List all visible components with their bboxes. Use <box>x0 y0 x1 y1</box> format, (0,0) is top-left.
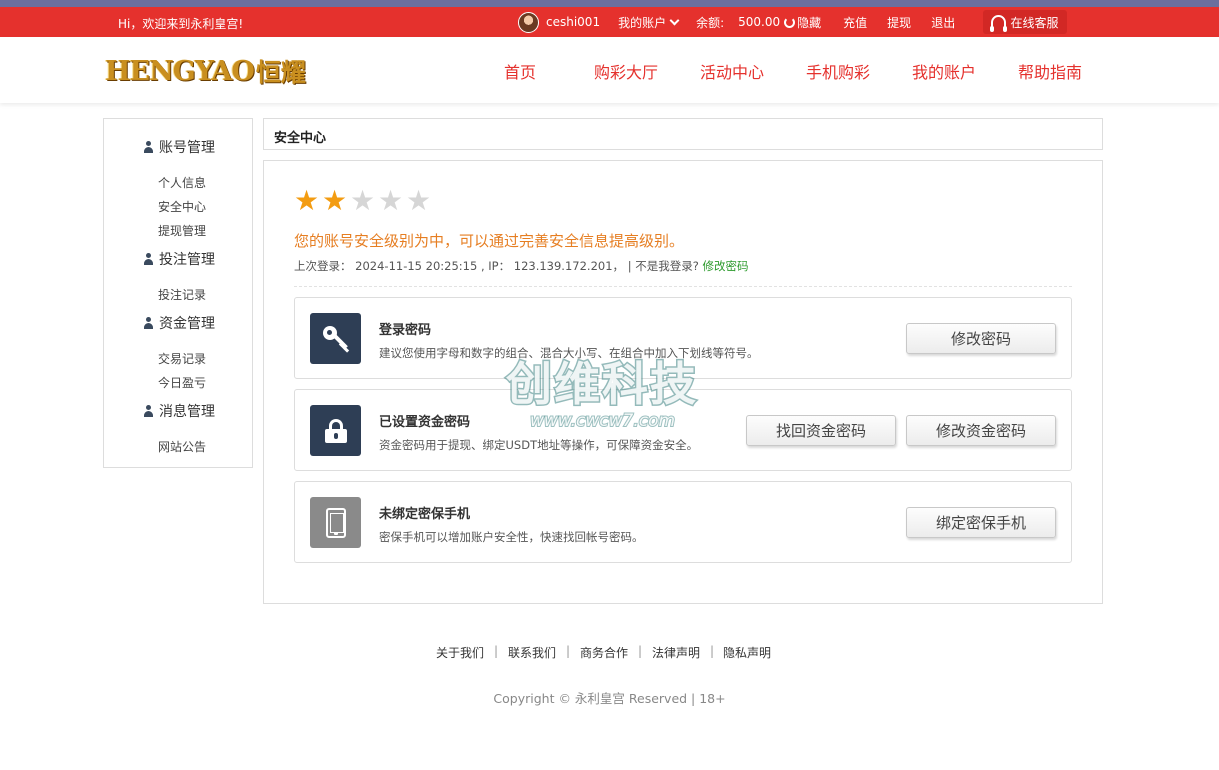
balance-value: 500.00 <box>738 15 781 29</box>
customer-service-label: 在线客服 <box>1010 15 1059 30</box>
sidebar-group-label: 账号管理 <box>159 140 215 156</box>
footer-link-business[interactable]: 商务合作 <box>580 644 628 661</box>
sidebar-group-funds[interactable]: 资金管理 <box>143 313 215 333</box>
user-icon <box>143 141 154 153</box>
user-icon <box>143 405 154 417</box>
security-rating: ★ ★ ★ ★ ★ <box>294 187 434 215</box>
star-filled-icon: ★ <box>322 184 348 217</box>
user-icon <box>143 317 154 329</box>
recharge-link[interactable]: 充值 <box>843 14 867 31</box>
footer-separator: | <box>494 644 499 658</box>
footer-link-legal[interactable]: 法律声明 <box>652 644 700 661</box>
footer-separator: | <box>566 644 571 658</box>
ip-label: IP： <box>488 259 511 273</box>
card-title: 登录密码 <box>379 323 432 338</box>
sidebar-item-today-profit[interactable]: 今日盈亏 <box>158 374 206 391</box>
last-login-info: 上次登录： 2024-11-15 20:25:15 , IP： 123.139.… <box>294 259 749 273</box>
card-desc: 资金密码用于提现、绑定USDT地址等操作，可保障资金安全。 <box>379 438 699 452</box>
footer-separator: | <box>638 644 643 658</box>
lock-icon <box>324 418 347 443</box>
welcome-text: Hi，欢迎来到永利皇宫! <box>118 17 244 31</box>
star-filled-icon: ★ <box>294 184 320 217</box>
footer-link-privacy[interactable]: 隐私声明 <box>723 644 771 661</box>
logo[interactable]: HENGYAO 恒耀 <box>105 53 312 89</box>
sidebar-item-bet-records[interactable]: 投注记录 <box>158 286 206 303</box>
change-password-link[interactable]: 修改密码 <box>702 259 748 273</box>
balance-label: 余额: <box>696 15 725 30</box>
hide-balance-button[interactable]: 隐藏 <box>797 14 821 31</box>
sidebar-item-announcements[interactable]: 网站公告 <box>158 438 206 455</box>
footer-link-about[interactable]: 关于我们 <box>436 644 484 661</box>
top-accent-strip <box>0 0 1219 7</box>
card-title: 已设置资金密码 <box>379 415 471 430</box>
divider <box>294 286 1072 287</box>
nav-help-guide[interactable]: 帮助指南 <box>1018 59 1082 83</box>
sidebar-group-label: 投注管理 <box>159 252 215 268</box>
headset-icon <box>990 15 1008 32</box>
sidebar-item-security-center[interactable]: 安全中心 <box>158 198 206 215</box>
sidebar: 账号管理 个人信息 安全中心 提现管理 投注管理 投注记录 资金管理 交易记录 … <box>103 118 253 468</box>
nav-mobile-lottery[interactable]: 手机购彩 <box>806 59 870 83</box>
customer-service-button[interactable]: 在线客服 <box>983 10 1067 34</box>
logo-cn-text: 恒耀 <box>255 58 306 87</box>
card-desc: 密保手机可以增加账户安全性，快速找回帐号密码。 <box>379 530 644 544</box>
security-level-text: 您的账号安全级别为中，可以通过完善安全信息提高级别。 <box>294 232 685 250</box>
copyright: Copyright © 永利皇宫 Reserved | 18+ <box>493 691 726 706</box>
sidebar-group-messages[interactable]: 消息管理 <box>143 401 215 421</box>
fund-password-card: 已设置资金密码 资金密码用于提现、绑定USDT地址等操作，可保障资金安全。 找回… <box>294 389 1072 471</box>
key-icon <box>321 324 351 354</box>
nav-my-account[interactable]: 我的账户 <box>912 59 976 83</box>
lock-icon-box <box>310 405 361 456</box>
sidebar-group-account[interactable]: 账号管理 <box>143 137 215 157</box>
footer-separator: | <box>710 644 715 658</box>
last-login-time: 2024-11-15 20:25:15 <box>355 259 478 273</box>
star-empty-icon: ★ <box>406 184 432 217</box>
sidebar-item-withdraw-management[interactable]: 提现管理 <box>158 222 206 239</box>
my-account-label: 我的账户 <box>618 15 667 30</box>
username[interactable]: ceshi001 <box>546 15 600 29</box>
nav-home[interactable]: 首页 <box>504 59 536 83</box>
star-empty-icon: ★ <box>350 184 376 217</box>
header: HENGYAO 恒耀 首页 购彩大厅 活动中心 手机购彩 我的账户 帮助指南 <box>0 37 1219 103</box>
logo-text: HENGYAO <box>105 55 255 87</box>
top-bar-user-area: ceshi001 我的账户 余额: 500.00 隐藏 充值 提现 退出 <box>518 7 975 37</box>
phone-icon-box <box>310 497 361 548</box>
page-title: 安全中心 <box>274 131 327 146</box>
sidebar-group-betting[interactable]: 投注管理 <box>143 249 215 269</box>
security-phone-card: 未绑定密保手机 密保手机可以增加账户安全性，快速找回帐号密码。 绑定密保手机 <box>294 481 1072 563</box>
card-desc: 建议您使用字母和数字的组合、混合大小写、在组合中加入下划线等符号。 <box>379 346 759 360</box>
avatar[interactable] <box>518 11 539 33</box>
footer-link-contact[interactable]: 联系我们 <box>508 644 556 661</box>
top-bar: Hi，欢迎来到永利皇宫! ceshi001 我的账户 余额: 500.00 隐藏… <box>0 7 1219 37</box>
last-login-label: 上次登录： <box>294 259 352 273</box>
sidebar-group-label: 资金管理 <box>159 316 215 332</box>
nav-lottery-hall[interactable]: 购彩大厅 <box>594 59 658 83</box>
nav-activity-center[interactable]: 活动中心 <box>700 59 764 83</box>
withdraw-link[interactable]: 提现 <box>887 14 911 31</box>
change-fund-password-button[interactable]: 修改资金密码 <box>906 415 1056 446</box>
change-login-password-button[interactable]: 修改密码 <box>906 323 1056 354</box>
user-icon <box>143 253 154 265</box>
card-title: 未绑定密保手机 <box>379 507 471 522</box>
recover-fund-password-button[interactable]: 找回资金密码 <box>746 415 896 446</box>
sidebar-item-transactions[interactable]: 交易记录 <box>158 350 206 367</box>
not-me-text: | 不是我登录? <box>627 259 699 273</box>
phone-icon <box>325 507 346 538</box>
sidebar-group-label: 消息管理 <box>159 404 215 420</box>
my-account-dropdown[interactable]: 我的账户 <box>618 14 680 31</box>
key-icon-box <box>310 313 361 364</box>
star-empty-icon: ★ <box>378 184 404 217</box>
breadcrumb: 安全中心 <box>263 118 1103 150</box>
bind-security-phone-button[interactable]: 绑定密保手机 <box>906 507 1056 538</box>
logout-link[interactable]: 退出 <box>931 14 955 31</box>
refresh-icon[interactable] <box>784 16 796 28</box>
sidebar-item-personal-info[interactable]: 个人信息 <box>158 174 206 191</box>
login-password-card: 登录密码 建议您使用字母和数字的组合、混合大小写、在组合中加入下划线等符号。 修… <box>294 297 1072 379</box>
ip-value: 123.139.172.201， <box>513 259 625 273</box>
security-panel: ★ ★ ★ ★ ★ 您的账号安全级别为中，可以通过完善安全信息提高级别。 上次登… <box>263 160 1103 604</box>
chevron-down-icon <box>669 15 680 25</box>
